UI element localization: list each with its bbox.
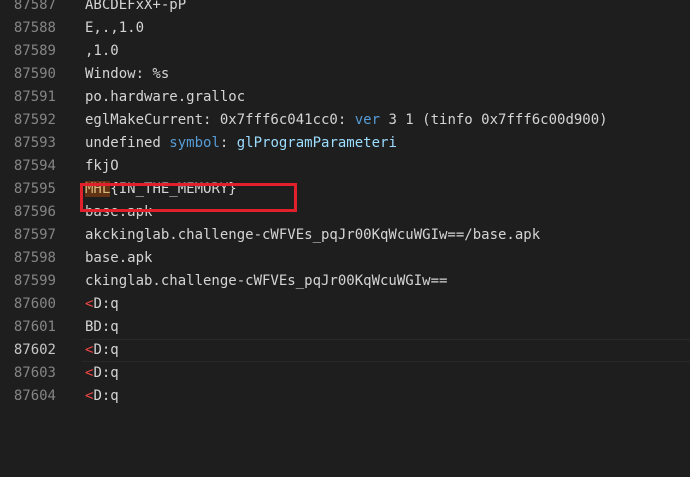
- code-line[interactable]: 87592 eglMakeCurrent: 0x7fff6c041cc0: ve…: [0, 109, 690, 132]
- code-line[interactable]: 87594 fkjO: [0, 155, 690, 178]
- line-number: 87590: [13, 66, 56, 82]
- line-text: <D:q: [85, 362, 119, 385]
- code-line[interactable]: 87599 ckinglab.challenge-cWFVEs_pqJr00Kq…: [0, 270, 690, 293]
- line-number: 87588: [13, 20, 56, 36]
- code-line[interactable]: 87598 base.apk: [0, 247, 690, 270]
- code-line[interactable]: 87604 <D:q: [0, 385, 690, 408]
- line-text: base.apk: [85, 204, 153, 220]
- identifier-token: glProgramParameteri: [236, 135, 397, 151]
- line-number: 87595: [13, 181, 56, 197]
- line-text: ABCDEFxX+-pP: [85, 0, 187, 13]
- line-number: 87601: [13, 319, 56, 335]
- code-line[interactable]: 87591 po.hardware.gralloc: [0, 86, 690, 109]
- keyword-token: ver: [354, 112, 381, 128]
- line-number: 87591: [13, 89, 56, 105]
- line-text: <D:q: [85, 339, 119, 362]
- line-number: 87592: [13, 112, 56, 128]
- code-line[interactable]: 87588 E,.,1.0: [0, 17, 690, 40]
- code-line[interactable]: 87600 <D:q: [0, 293, 690, 316]
- line-number: 87596: [13, 204, 56, 220]
- code-editor[interactable]: 87587 ABCDEFxX+-pP 87588 E,.,1.0 87589 ,…: [0, 0, 690, 414]
- line-text: akckinglab.challenge-cWFVEs_pqJr00KqWcuW…: [85, 227, 541, 243]
- line-number: 87600: [13, 296, 56, 312]
- line-text: <D:q: [85, 293, 119, 316]
- code-line-flag[interactable]: 87595 MHL{IN_THE_MEMORY}: [0, 178, 690, 201]
- code-line-active[interactable]: 87602 <D:q: [0, 339, 690, 362]
- line-number: 87587: [13, 0, 56, 13]
- current-line-highlight: [82, 339, 690, 362]
- text-segment: D:q: [93, 342, 119, 358]
- code-line[interactable]: 87587 ABCDEFxX+-pP: [0, 0, 690, 17]
- text-segment: eglMakeCurrent: 0x7fff6c041cc0:: [85, 112, 355, 128]
- code-line[interactable]: 87601 BD:q: [0, 316, 690, 339]
- keyword-token: symbol: [169, 135, 220, 151]
- code-line[interactable]: 87589 ,1.0: [0, 40, 690, 63]
- text-segment: D:q: [93, 365, 119, 381]
- line-text: BD:q: [85, 319, 119, 335]
- line-text: ckinglab.challenge-cWFVEs_pqJr00KqWcuWGI…: [85, 273, 448, 289]
- search-highlight: MHL: [85, 181, 111, 197]
- line-number: 87604: [13, 388, 56, 404]
- line-number: 87599: [13, 273, 56, 289]
- line-text: po.hardware.gralloc: [85, 89, 246, 105]
- line-text: <D:q: [85, 385, 119, 408]
- line-text: fkjO: [85, 158, 119, 174]
- line-text: MHL{IN_THE_MEMORY}: [85, 178, 237, 201]
- line-number: 87594: [13, 158, 56, 174]
- line-number: 87603: [13, 365, 56, 381]
- line-text: E,.,1.0: [85, 20, 145, 36]
- line-number: 87589: [13, 43, 56, 59]
- text-segment: D:q: [93, 388, 119, 404]
- line-number: 87597: [13, 227, 56, 243]
- line-number: 87593: [13, 135, 56, 151]
- code-line[interactable]: 87593 undefined symbol: glProgramParamet…: [0, 132, 690, 155]
- code-line[interactable]: 87590 Window: %s: [0, 63, 690, 86]
- text-segment: undefined: [85, 135, 170, 151]
- code-line[interactable]: 87603 <D:q: [0, 362, 690, 385]
- line-text: base.apk: [85, 250, 153, 266]
- code-line[interactable]: 87596 base.apk: [0, 201, 690, 224]
- line-text: Window: %s: [85, 66, 170, 82]
- text-segment: :: [219, 135, 237, 151]
- line-number: 87598: [13, 250, 56, 266]
- text-segment: 3 1 (tinfo 0x7fff6c00d900): [380, 112, 608, 128]
- line-text: ,1.0: [85, 43, 119, 59]
- line-text: undefined symbol: glProgramParameteri: [85, 132, 397, 155]
- text-segment: D:q: [93, 296, 119, 312]
- text-segment: {IN_THE_MEMORY}: [110, 181, 237, 197]
- line-text: eglMakeCurrent: 0x7fff6c041cc0: ver 3 1 …: [85, 109, 608, 132]
- line-number: 87602: [13, 342, 56, 358]
- code-line[interactable]: 87597 akckinglab.challenge-cWFVEs_pqJr00…: [0, 224, 690, 247]
